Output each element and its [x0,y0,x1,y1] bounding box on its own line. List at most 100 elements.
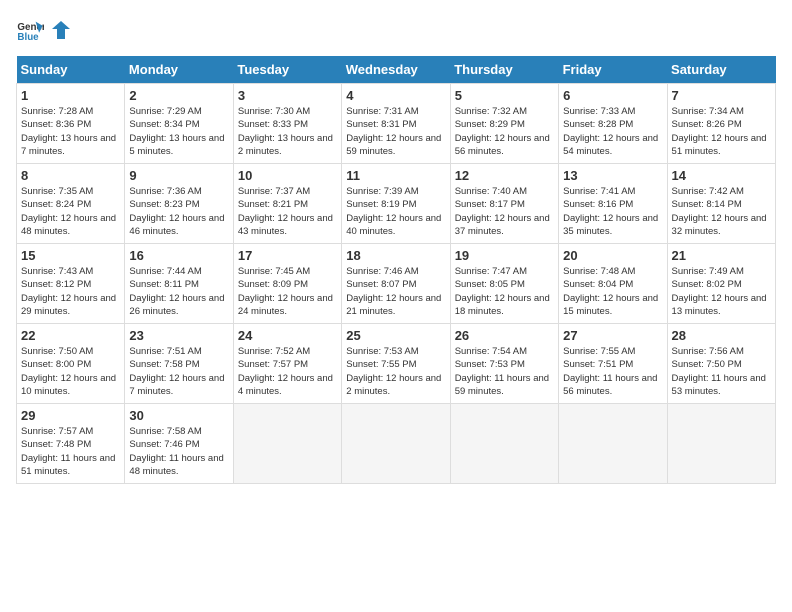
day-cell-25: 25 Sunrise: 7:53 AM Sunset: 7:55 PM Dayli… [342,324,450,404]
day-number: 16 [129,248,228,263]
day-header-wednesday: Wednesday [342,56,450,84]
logo: General Blue [16,16,74,44]
day-info: Sunrise: 7:36 AM Sunset: 8:23 PM Dayligh… [129,185,228,238]
day-number: 2 [129,88,228,103]
empty-cell [233,404,341,484]
empty-cell [450,404,558,484]
empty-cell [667,404,775,484]
empty-cell [559,404,667,484]
day-number: 18 [346,248,445,263]
day-number: 14 [672,168,771,183]
day-cell-4: 4 Sunrise: 7:31 AM Sunset: 8:31 PM Daylig… [342,84,450,164]
day-cell-11: 11Sunrise: 7:39 AM Sunset: 8:19 PM Dayli… [342,164,450,244]
day-number: 22 [21,328,120,343]
day-cell-21: 21 Sunrise: 7:49 AM Sunset: 8:02 PM Dayli… [667,244,775,324]
day-number: 27 [563,328,662,343]
day-number: 7 [672,88,771,103]
day-number: 17 [238,248,337,263]
day-number: 15 [21,248,120,263]
day-info: Sunrise: 7:40 AM Sunset: 8:17 PM Dayligh… [455,185,554,238]
calendar-table: SundayMondayTuesdayWednesdayThursdayFrid… [16,56,776,484]
day-cell-2: 2 Sunrise: 7:29 AM Sunset: 8:34 PM Daylig… [125,84,233,164]
day-cell-12: 12Sunrise: 7:40 AM Sunset: 8:17 PM Dayli… [450,164,558,244]
logo-wordmark [48,19,74,41]
day-info: Sunrise: 7:54 AM Sunset: 7:53 PM Dayligh… [455,345,554,398]
day-cell-24: 24 Sunrise: 7:52 AM Sunset: 7:57 PM Dayli… [233,324,341,404]
day-cell-17: 17 Sunrise: 7:45 AM Sunset: 8:09 PM Dayli… [233,244,341,324]
day-number: 6 [563,88,662,103]
day-info: Sunrise: 7:37 AM Sunset: 8:21 PM Dayligh… [238,185,337,238]
day-number: 19 [455,248,554,263]
day-info: Sunrise: 7:28 AM Sunset: 8:36 PM Dayligh… [21,105,120,158]
day-cell-14: 14Sunrise: 7:42 AM Sunset: 8:14 PM Dayli… [667,164,775,244]
day-info: Sunrise: 7:53 AM Sunset: 7:55 PM Dayligh… [346,345,445,398]
day-info: Sunrise: 7:41 AM Sunset: 8:16 PM Dayligh… [563,185,662,238]
day-info: Sunrise: 7:52 AM Sunset: 7:57 PM Dayligh… [238,345,337,398]
day-header-monday: Monday [125,56,233,84]
day-cell-29: 29 Sunrise: 7:57 AM Sunset: 7:48 PM Dayli… [17,404,125,484]
day-number: 30 [129,408,228,423]
day-info: Sunrise: 7:35 AM Sunset: 8:24 PM Dayligh… [21,185,120,238]
day-cell-8: 8 Sunrise: 7:35 AM Sunset: 8:24 PM Daylig… [17,164,125,244]
day-number: 28 [672,328,771,343]
day-cell-30: 30 Sunrise: 7:58 AM Sunset: 7:46 PM Dayli… [125,404,233,484]
day-info: Sunrise: 7:29 AM Sunset: 8:34 PM Dayligh… [129,105,228,158]
day-number: 29 [21,408,120,423]
day-info: Sunrise: 7:33 AM Sunset: 8:28 PM Dayligh… [563,105,662,158]
week-row-1: 1Sunrise: 7:28 AM Sunset: 8:36 PM Daylig… [17,84,776,164]
day-info: Sunrise: 7:56 AM Sunset: 7:50 PM Dayligh… [672,345,771,398]
day-info: Sunrise: 7:44 AM Sunset: 8:11 PM Dayligh… [129,265,228,318]
day-info: Sunrise: 7:55 AM Sunset: 7:51 PM Dayligh… [563,345,662,398]
day-number: 10 [238,168,337,183]
day-cell-27: 27 Sunrise: 7:55 AM Sunset: 7:51 PM Dayli… [559,324,667,404]
day-cell-13: 13 Sunrise: 7:41 AM Sunset: 8:16 PM Dayli… [559,164,667,244]
day-number: 23 [129,328,228,343]
days-header-row: SundayMondayTuesdayWednesdayThursdayFrid… [17,56,776,84]
day-cell-23: 23 Sunrise: 7:51 AM Sunset: 7:58 PM Dayli… [125,324,233,404]
day-info: Sunrise: 7:51 AM Sunset: 7:58 PM Dayligh… [129,345,228,398]
day-number: 5 [455,88,554,103]
week-row-2: 8 Sunrise: 7:35 AM Sunset: 8:24 PM Daylig… [17,164,776,244]
day-header-thursday: Thursday [450,56,558,84]
day-cell-7: 7 Sunrise: 7:34 AM Sunset: 8:26 PM Daylig… [667,84,775,164]
week-row-3: 15Sunrise: 7:43 AM Sunset: 8:12 PM Dayli… [17,244,776,324]
day-cell-1: 1Sunrise: 7:28 AM Sunset: 8:36 PM Daylig… [17,84,125,164]
day-number: 25 [346,328,445,343]
day-cell-15: 15Sunrise: 7:43 AM Sunset: 8:12 PM Dayli… [17,244,125,324]
day-cell-26: 26 Sunrise: 7:54 AM Sunset: 7:53 PM Dayli… [450,324,558,404]
week-row-4: 22Sunrise: 7:50 AM Sunset: 8:00 PM Dayli… [17,324,776,404]
day-info: Sunrise: 7:57 AM Sunset: 7:48 PM Dayligh… [21,425,120,478]
day-number: 3 [238,88,337,103]
day-number: 13 [563,168,662,183]
day-info: Sunrise: 7:30 AM Sunset: 8:33 PM Dayligh… [238,105,337,158]
day-cell-9: 9 Sunrise: 7:36 AM Sunset: 8:23 PM Daylig… [125,164,233,244]
day-number: 26 [455,328,554,343]
day-info: Sunrise: 7:45 AM Sunset: 8:09 PM Dayligh… [238,265,337,318]
day-number: 8 [21,168,120,183]
empty-cell [342,404,450,484]
day-cell-6: 6 Sunrise: 7:33 AM Sunset: 8:28 PM Daylig… [559,84,667,164]
day-cell-19: 19Sunrise: 7:47 AM Sunset: 8:05 PM Dayli… [450,244,558,324]
day-cell-5: 5 Sunrise: 7:32 AM Sunset: 8:29 PM Daylig… [450,84,558,164]
header: General Blue [16,16,776,44]
day-info: Sunrise: 7:31 AM Sunset: 8:31 PM Dayligh… [346,105,445,158]
day-number: 20 [563,248,662,263]
day-info: Sunrise: 7:48 AM Sunset: 8:04 PM Dayligh… [563,265,662,318]
day-number: 4 [346,88,445,103]
day-header-sunday: Sunday [17,56,125,84]
day-info: Sunrise: 7:46 AM Sunset: 8:07 PM Dayligh… [346,265,445,318]
day-number: 21 [672,248,771,263]
day-header-friday: Friday [559,56,667,84]
day-info: Sunrise: 7:34 AM Sunset: 8:26 PM Dayligh… [672,105,771,158]
day-number: 24 [238,328,337,343]
svg-text:Blue: Blue [17,32,39,43]
day-info: Sunrise: 7:32 AM Sunset: 8:29 PM Dayligh… [455,105,554,158]
day-info: Sunrise: 7:49 AM Sunset: 8:02 PM Dayligh… [672,265,771,318]
day-cell-3: 3 Sunrise: 7:30 AM Sunset: 8:33 PM Daylig… [233,84,341,164]
day-cell-18: 18 Sunrise: 7:46 AM Sunset: 8:07 PM Dayli… [342,244,450,324]
day-number: 9 [129,168,228,183]
day-info: Sunrise: 7:58 AM Sunset: 7:46 PM Dayligh… [129,425,228,478]
week-row-5: 29 Sunrise: 7:57 AM Sunset: 7:48 PM Dayli… [17,404,776,484]
day-cell-22: 22Sunrise: 7:50 AM Sunset: 8:00 PM Dayli… [17,324,125,404]
day-info: Sunrise: 7:39 AM Sunset: 8:19 PM Dayligh… [346,185,445,238]
